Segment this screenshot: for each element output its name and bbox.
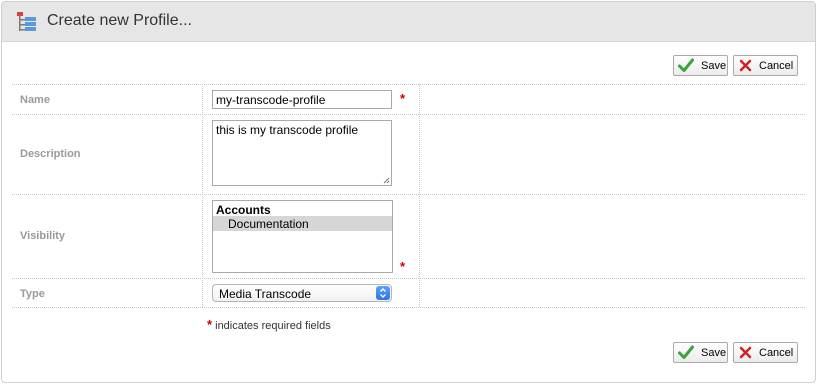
select-arrows-icon <box>376 286 390 300</box>
required-fields-note: * indicates required fields <box>207 317 331 332</box>
name-label: Name <box>20 94 50 106</box>
save-button-label: Save <box>701 347 727 359</box>
row-divider <box>12 84 805 85</box>
cancel-button-label: Cancel <box>759 347 794 359</box>
cancel-button-bottom[interactable]: Cancel <box>733 342 798 363</box>
required-note-text: indicates required fields <box>215 320 331 332</box>
page-title: Create new Profile... <box>47 12 192 29</box>
visibility-label: Visibility <box>20 230 66 242</box>
row-divider <box>12 278 805 279</box>
check-icon <box>678 345 694 359</box>
save-button-top[interactable]: Save <box>673 55 728 76</box>
cancel-button-label: Cancel <box>759 60 794 72</box>
type-select-value: Media Transcode <box>219 287 312 301</box>
column-divider <box>202 84 203 307</box>
resize-handle-icon[interactable] <box>382 176 390 184</box>
check-icon <box>678 58 694 72</box>
required-marker: * <box>400 91 406 106</box>
required-marker: * <box>207 317 213 332</box>
name-field[interactable]: my-transcode-profile <box>212 90 392 109</box>
required-marker: * <box>400 259 406 274</box>
list-group-header: Accounts <box>216 203 271 217</box>
row-divider <box>12 307 805 308</box>
visibility-listbox[interactable]: Accounts Documentation <box>212 200 393 273</box>
type-label: Type <box>20 288 45 300</box>
row-divider <box>12 114 805 115</box>
close-icon <box>739 59 752 72</box>
cancel-button-top[interactable]: Cancel <box>733 55 798 76</box>
description-field[interactable]: this is my transcode profile <box>212 120 392 186</box>
description-text: this is my transcode profile <box>216 123 359 137</box>
create-profile-panel: Create new Profile... Save Cancel Name m… <box>1 1 816 383</box>
row-divider <box>12 194 805 195</box>
close-icon <box>739 346 752 359</box>
column-divider <box>419 84 420 307</box>
type-select[interactable]: Media Transcode <box>212 284 392 302</box>
list-item[interactable]: Documentation <box>213 216 392 231</box>
save-button-bottom[interactable]: Save <box>673 342 728 363</box>
panel-header: Create new Profile... <box>2 2 815 42</box>
profile-tree-icon <box>17 12 36 31</box>
description-label: Description <box>20 148 81 160</box>
save-button-label: Save <box>701 60 727 72</box>
